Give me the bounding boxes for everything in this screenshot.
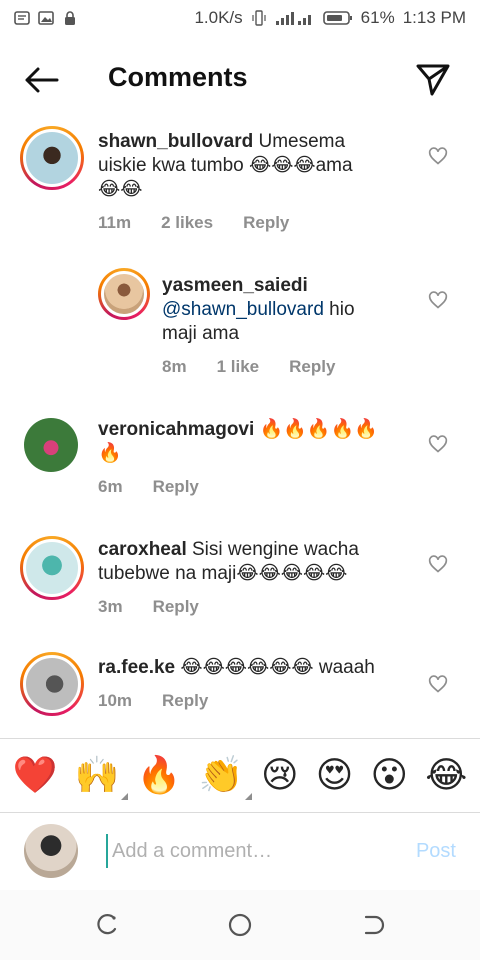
back-nav-icon[interactable] [360, 912, 386, 938]
comment-time: 8m [162, 357, 187, 376]
comment-text: caroxheal Sisi wengine wacha tubebwe na … [98, 538, 428, 586]
signal-icon [275, 10, 315, 26]
reply-button[interactable]: Reply [162, 691, 208, 711]
comment-username[interactable]: shawn_bullovard [98, 131, 253, 152]
gallery-icon [38, 10, 54, 26]
heart-emoji-button[interactable]: ❤️ [13, 756, 58, 796]
comment-username[interactable]: ra.fee.ke [98, 657, 175, 678]
clock: 1:13 PM [402, 8, 466, 27]
comment-username[interactable]: caroxheal [98, 539, 187, 560]
comment-time: 3m [98, 597, 123, 616]
comment-reply-item: yasmeen_saiedi @shawn_bullovard hio maji… [0, 264, 480, 384]
comment-body: uiskie kwa tumbo 😂😂😂ama [98, 155, 353, 176]
comment-time: 6m [98, 477, 123, 496]
comment-username[interactable]: veronicahmagovi [98, 419, 254, 440]
comment-body: Umesema [253, 131, 346, 152]
clapping-emoji: 👏 [198, 755, 244, 796]
comment-body: maji ama [162, 323, 240, 344]
comment-meta: 6m Reply [98, 477, 199, 497]
comment-input[interactable] [106, 834, 386, 868]
comment-body: Sisi wengine wacha [186, 539, 359, 560]
comment-item: ra.fee.ke 😂😂😂😂😂😂 waaah 10m Reply [0, 648, 480, 738]
comment-text: ra.fee.ke 😂😂😂😂😂😂 waaah [98, 656, 428, 680]
comment-text: veronicahmagovi 🔥🔥🔥🔥🔥 🔥 [98, 418, 428, 466]
heart-icon[interactable] [428, 674, 448, 694]
status-left [14, 10, 78, 26]
comment-body: 🔥🔥🔥🔥🔥 [254, 419, 378, 440]
raising-hands-emoji-button[interactable]: 🙌 [74, 755, 128, 800]
reply-button[interactable]: Reply [153, 477, 199, 497]
heart-eyes-emoji-button[interactable]: 😍 [316, 756, 354, 796]
comment-body: 😂😂 [98, 179, 143, 200]
lock-icon [62, 10, 78, 26]
comment-username[interactable]: yasmeen_saiedi [162, 275, 308, 296]
heart-icon[interactable] [428, 290, 448, 310]
comment-mention[interactable]: @shawn_bullovard [162, 299, 324, 320]
comment-item: caroxheal Sisi wengine wacha tubebwe na … [0, 528, 480, 628]
comment-text: shawn_bullovard Umesema uiskie kwa tumbo… [98, 130, 428, 202]
battery-percent: 61% [360, 8, 395, 27]
variant-indicator-icon [244, 793, 252, 800]
avatar[interactable] [24, 418, 78, 472]
clapping-emoji-button[interactable]: 👏 [198, 755, 252, 800]
fire-emoji-button[interactable]: 🔥 [137, 756, 182, 796]
system-nav-bar [0, 890, 480, 960]
heart-icon[interactable] [428, 146, 448, 166]
comment-body: 🔥 [98, 443, 122, 464]
share-button[interactable] [414, 60, 452, 98]
status-right: 1.0K/s 61% 1:13 PM [194, 8, 466, 28]
avatar[interactable] [98, 268, 150, 320]
heart-icon[interactable] [428, 554, 448, 574]
avatar[interactable] [20, 652, 84, 716]
comment-time: 11m [98, 213, 132, 232]
home-icon[interactable] [227, 912, 253, 938]
comment-meta: 8m 1 like Reply [162, 357, 335, 377]
comment-meta: 3m Reply [98, 597, 199, 617]
avatar [24, 824, 78, 878]
header: Comments [0, 46, 480, 114]
comment-time: 10m [98, 691, 133, 710]
status-bar: 1.0K/s 61% 1:13 PM [0, 0, 480, 36]
reply-button[interactable]: Reply [153, 597, 199, 617]
crying-emoji-button[interactable]: 😢 [261, 756, 299, 796]
avatar[interactable] [20, 536, 84, 600]
reply-button[interactable]: Reply [243, 213, 289, 233]
comment-body: 😂😂😂😂😂😂 waaah [175, 657, 375, 678]
network-speed: 1.0K/s [194, 8, 243, 27]
recent-apps-icon[interactable] [94, 912, 120, 938]
comment-composer: Post [0, 820, 480, 884]
reply-button[interactable]: Reply [289, 357, 335, 377]
comment-text: yasmeen_saiedi @shawn_bullovard hio maji… [162, 274, 422, 346]
comment-item: shawn_bullovard Umesema uiskie kwa tumbo… [0, 118, 480, 248]
paper-plane-icon [416, 64, 450, 96]
comment-likes[interactable]: 1 like [217, 357, 260, 377]
comment-meta: 11m 2 likes Reply [98, 213, 289, 233]
laughing-emoji-button[interactable]: 😂 [425, 756, 467, 796]
heart-icon[interactable] [428, 434, 448, 454]
battery-icon [322, 10, 353, 26]
vibrate-icon [251, 10, 267, 26]
comment-likes[interactable]: 2 likes [161, 213, 213, 233]
post-button[interactable]: Post [416, 840, 456, 863]
arrow-left-icon [25, 67, 59, 93]
comment-meta: 10m Reply [98, 691, 208, 711]
back-button[interactable] [20, 64, 62, 96]
divider [0, 812, 480, 813]
page-title: Comments [108, 62, 248, 92]
emoji-quick-bar: ❤️ 🙌 🔥 👏 😢 😍 😮 😂 [0, 748, 480, 804]
avatar[interactable] [20, 126, 84, 190]
variant-indicator-icon [120, 793, 128, 800]
raising-hands-emoji: 🙌 [74, 755, 120, 796]
comment-body: hio [323, 299, 355, 320]
comment-body: tubebwe na maji😂😂😂😂😂 [98, 563, 348, 584]
divider [0, 738, 480, 739]
message-icon [14, 10, 30, 26]
comment-item: veronicahmagovi 🔥🔥🔥🔥🔥 🔥 6m Reply [0, 408, 480, 508]
surprised-emoji-button[interactable]: 😮 [371, 756, 409, 796]
